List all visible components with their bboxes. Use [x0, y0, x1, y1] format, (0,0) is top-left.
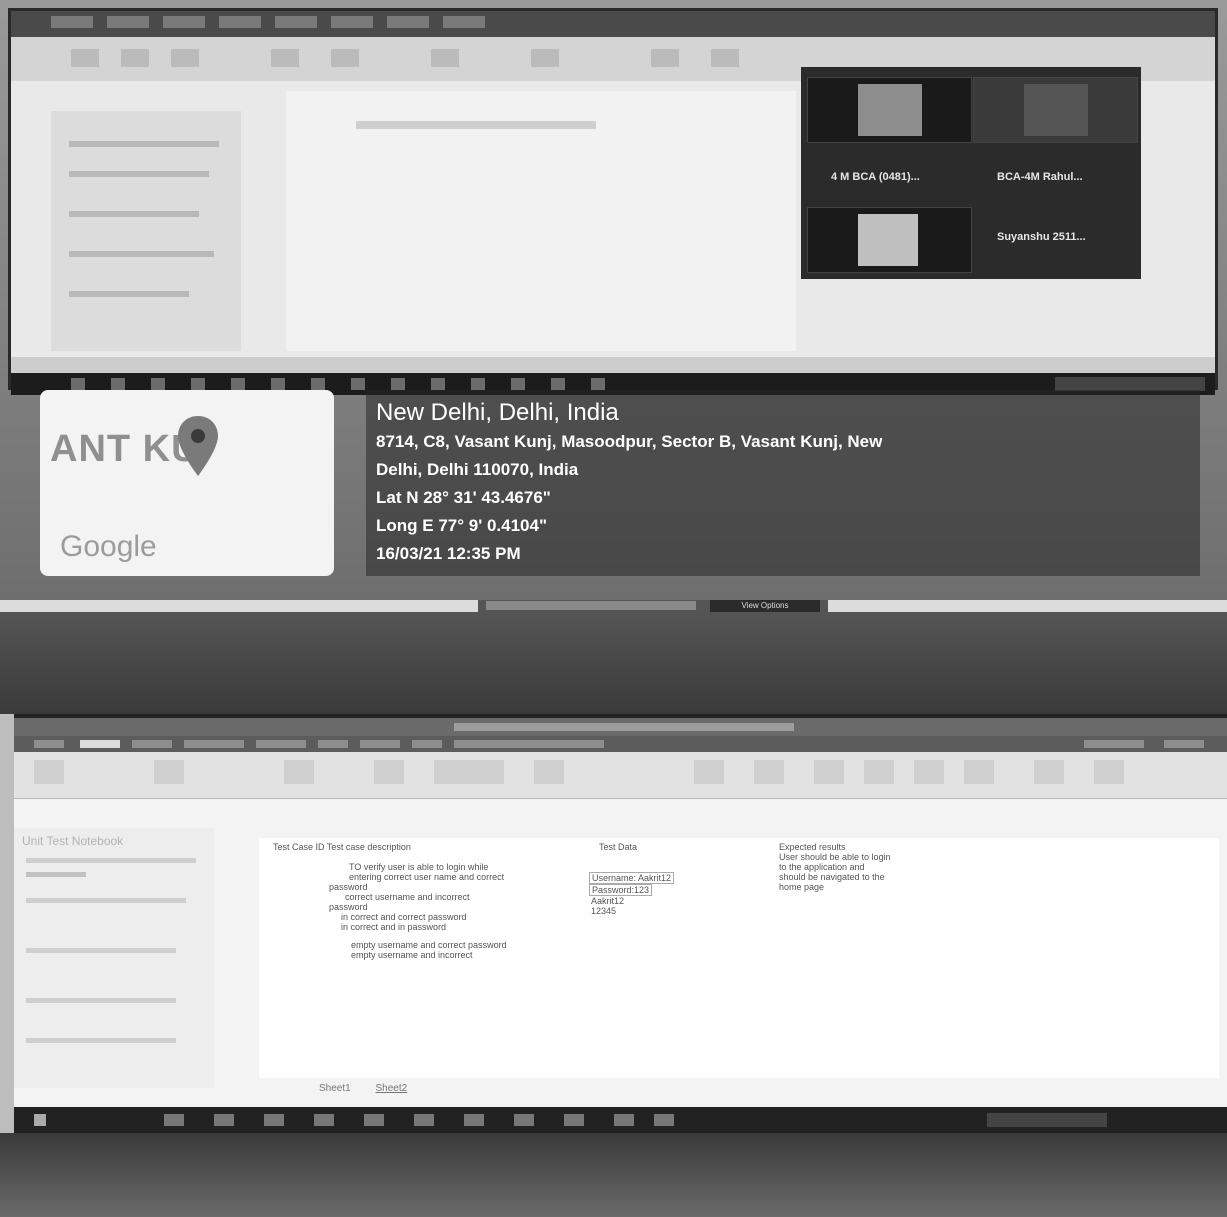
participant-video-3	[807, 207, 972, 273]
sheet-tab-1[interactable]: Sheet1	[319, 1083, 351, 1094]
participant-name-1: 4 M BCA (0481)...	[831, 171, 920, 183]
row-text-9: empty username and incorrect	[351, 950, 473, 960]
taskbar-bottom	[14, 1107, 1227, 1133]
expected-4: home page	[779, 882, 825, 892]
monitor-screen-bottom: Unit Test Notebook Test Case ID Test cas…	[14, 714, 1227, 1111]
header-col-a: Test Case ID Test case description	[273, 842, 411, 852]
row-text-3: password	[329, 882, 368, 892]
row-text-7: in correct and in password	[341, 922, 447, 932]
test-data-4: 12345	[591, 906, 617, 916]
map-pin-icon	[178, 416, 218, 476]
view-options-button[interactable]: View Options	[710, 600, 820, 612]
header-col-b: Test Data	[599, 842, 638, 852]
test-data-3: Aakrit12	[591, 896, 625, 906]
share-status-text	[486, 601, 696, 610]
geotag-datetime: 16/03/21 12:35 PM	[376, 544, 521, 563]
participant-name-3: Suyanshu 2511...	[997, 231, 1086, 243]
status-bar-top	[11, 357, 1215, 373]
participant-name-2: BCA-4M Rahul...	[997, 171, 1083, 183]
monitor-screen-top: 4 M BCA (0481)... BCA-4M Rahul... Suyans…	[8, 8, 1218, 395]
app-ribbon-top	[11, 11, 1215, 37]
bottom-photo: Unit Test Notebook Test Case ID Test cas…	[0, 612, 1227, 1217]
header-col-c: Expected results	[779, 842, 846, 852]
excel-ribbon-tabs	[14, 736, 1227, 752]
geotag-overlay: ANT KU Google New Delhi, Delhi, India 87…	[36, 390, 1204, 590]
navigation-pane-top	[51, 111, 241, 351]
navigation-pane-bottom: Unit Test Notebook	[14, 828, 214, 1088]
screen-share-bar: View Options	[478, 600, 828, 612]
participant-video-1	[807, 77, 972, 143]
geotag-address-line-1: 8714, C8, Vasant Kunj, Masoodpur, Sector…	[376, 432, 883, 451]
nav-pane-heading: Unit Test Notebook	[22, 834, 124, 848]
excel-title-bar	[14, 718, 1227, 736]
document-page-top	[286, 91, 796, 351]
sheet-tabs: Sheet1 Sheet2	[319, 1083, 407, 1094]
row-text-2: entering correct user name and correct	[349, 872, 505, 882]
expected-1: User should be able to login	[779, 852, 891, 862]
geotag-longitude: Long E 77° 9' 0.4104"	[376, 516, 548, 535]
test-data-2: Password:123	[589, 884, 653, 896]
row-text-4: correct username and incorrect	[345, 892, 470, 902]
row-text-5: password	[329, 902, 368, 912]
row-text-1: TO verify user is able to login while	[349, 862, 489, 872]
participant-video-2	[973, 77, 1138, 143]
geotag-city: New Delhi, Delhi, India	[376, 399, 619, 426]
map-brand-logo: Google	[60, 530, 157, 563]
map-thumbnail: ANT KU Google	[40, 390, 334, 576]
geotag-latitude: Lat N 28° 31' 43.4676"	[376, 488, 551, 507]
row-text-8: empty username and correct password	[351, 940, 507, 950]
background-wall	[0, 612, 1227, 714]
test-data-1: Username: Aakrit12	[589, 872, 675, 884]
desk-surface	[0, 1133, 1227, 1217]
windows-start-icon[interactable]	[34, 1114, 46, 1126]
video-call-panel: 4 M BCA (0481)... BCA-4M Rahul... Suyans…	[801, 67, 1141, 279]
geotag-text-panel: New Delhi, Delhi, India 8714, C8, Vasant…	[366, 390, 1200, 576]
spreadsheet-grid[interactable]: Test Case ID Test case description Test …	[259, 838, 1219, 1078]
row-text-6: in correct and correct password	[341, 912, 467, 922]
geotag-address-line-2: Delhi, Delhi 110070, India	[376, 460, 579, 479]
expected-2: to the application and	[779, 862, 865, 872]
excel-ribbon-toolbar	[14, 752, 1227, 799]
top-photo: 4 M BCA (0481)... BCA-4M Rahul... Suyans…	[0, 0, 1227, 600]
expected-3: should be navigated to the	[779, 872, 885, 882]
sheet-tab-2[interactable]: Sheet2	[375, 1083, 407, 1094]
